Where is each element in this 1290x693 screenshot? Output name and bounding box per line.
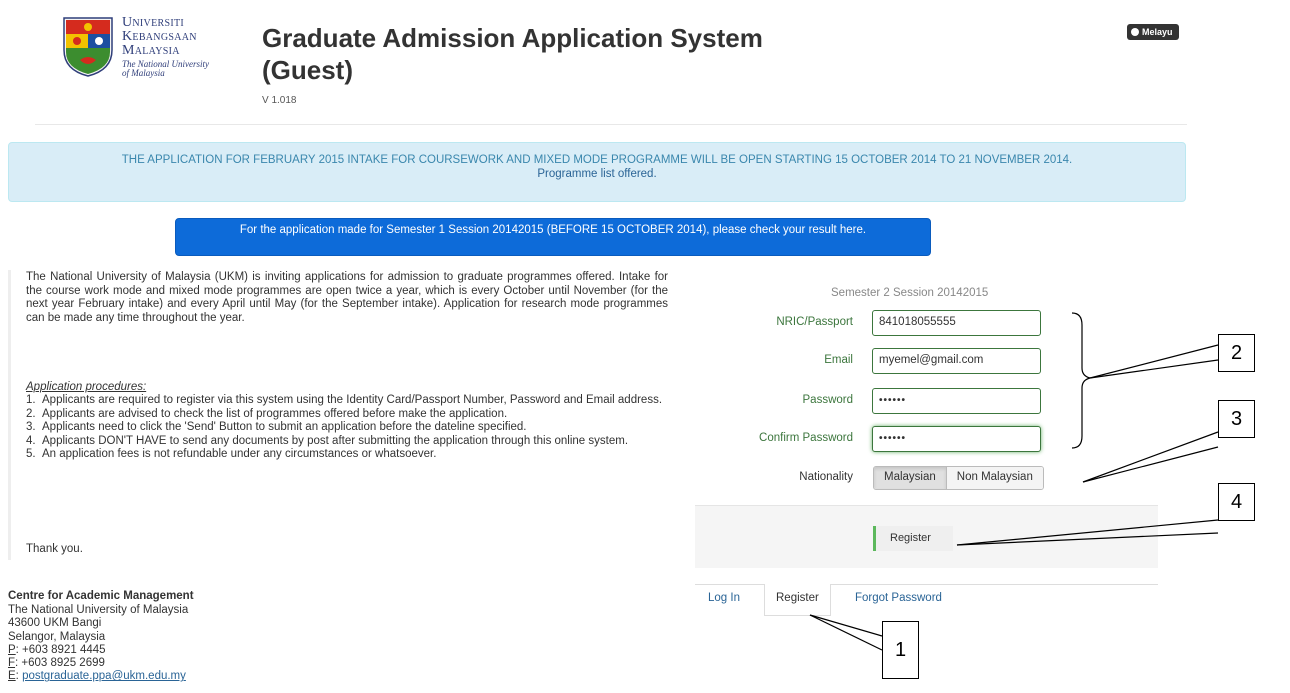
nationality-non-malaysian-button[interactable]: Non Malaysian bbox=[946, 467, 1043, 489]
contact-email-link[interactable]: postgraduate.ppa@ukm.edu.my bbox=[22, 670, 186, 682]
ukm-crest-icon bbox=[63, 17, 113, 77]
language-toggle-button[interactable]: Melayu bbox=[1127, 24, 1179, 40]
nationality-toggle: Malaysian Non Malaysian bbox=[873, 466, 1044, 490]
intro-border bbox=[8, 270, 11, 560]
tab-login[interactable]: Log In bbox=[708, 592, 740, 604]
annotation-callout-3: 3 bbox=[1218, 400, 1255, 438]
annotation-callout-1: 1 bbox=[882, 621, 919, 679]
language-button-label: Melayu bbox=[1142, 27, 1173, 37]
intake-notice: THE APPLICATION FOR FEBRUARY 2015 INTAKE… bbox=[8, 142, 1186, 202]
programme-list-link[interactable]: Programme list offered. bbox=[9, 167, 1185, 181]
procedures-list: 1. Applicants are required to register vi… bbox=[26, 394, 668, 462]
nric-field[interactable]: 841018055555 bbox=[872, 310, 1041, 336]
procedures-title: Application procedures: bbox=[26, 381, 147, 393]
list-item: 5. An application fees is not refundable … bbox=[26, 448, 437, 460]
contact-address: The National University of Malaysia 4360… bbox=[8, 604, 189, 683]
university-name: Universiti Kebangsaan Malaysia The Natio… bbox=[122, 15, 209, 79]
intro-paragraph: The National University of Malaysia (UKM… bbox=[26, 271, 668, 324]
annotation-callout-4: 4 bbox=[1218, 483, 1255, 521]
password-label: Password bbox=[802, 394, 854, 406]
annotation-callout-2: 2 bbox=[1218, 334, 1255, 372]
email-label: Email bbox=[824, 354, 853, 366]
header-divider bbox=[35, 124, 1187, 125]
notice-text: THE APPLICATION FOR FEBRUARY 2015 INTAKE… bbox=[121, 154, 1073, 166]
thank-you-text: Thank you. bbox=[26, 543, 83, 555]
globe-icon bbox=[1131, 28, 1139, 36]
password-field[interactable]: •••••• bbox=[872, 388, 1041, 414]
check-result-button[interactable]: For the application made for Semester 1 … bbox=[175, 218, 931, 256]
list-item: 2. Applicants are advised to check the li… bbox=[26, 407, 508, 420]
nationality-malaysian-button[interactable]: Malaysian bbox=[874, 467, 947, 489]
list-item: 3. Applicants need to click the 'Send' Bu… bbox=[26, 421, 527, 433]
register-button[interactable]: Register bbox=[873, 526, 953, 551]
contact-title: Centre for Academic Management bbox=[8, 590, 194, 602]
confirm-password-label: Confirm Password bbox=[759, 432, 853, 444]
version-label: V 1.018 bbox=[262, 95, 297, 106]
list-item: 4. Applicants DON'T HAVE to send any docu… bbox=[26, 434, 629, 447]
list-item: 1. Applicants are required to register vi… bbox=[26, 394, 663, 406]
semester-label: Semester 2 Session 20142015 bbox=[831, 287, 989, 299]
confirm-password-field[interactable]: •••••• bbox=[872, 426, 1041, 452]
ukm-logo: Universiti Kebangsaan Malaysia The Natio… bbox=[60, 12, 220, 84]
tab-register[interactable]: Register bbox=[764, 584, 831, 616]
nric-label: NRIC/Passport bbox=[776, 316, 853, 328]
page-title: Graduate Admission Application System (G… bbox=[262, 23, 763, 85]
tab-forgot-password[interactable]: Forgot Password bbox=[855, 592, 942, 604]
nationality-label: Nationality bbox=[799, 471, 853, 483]
email-field[interactable]: myemel@gmail.com bbox=[872, 348, 1041, 374]
